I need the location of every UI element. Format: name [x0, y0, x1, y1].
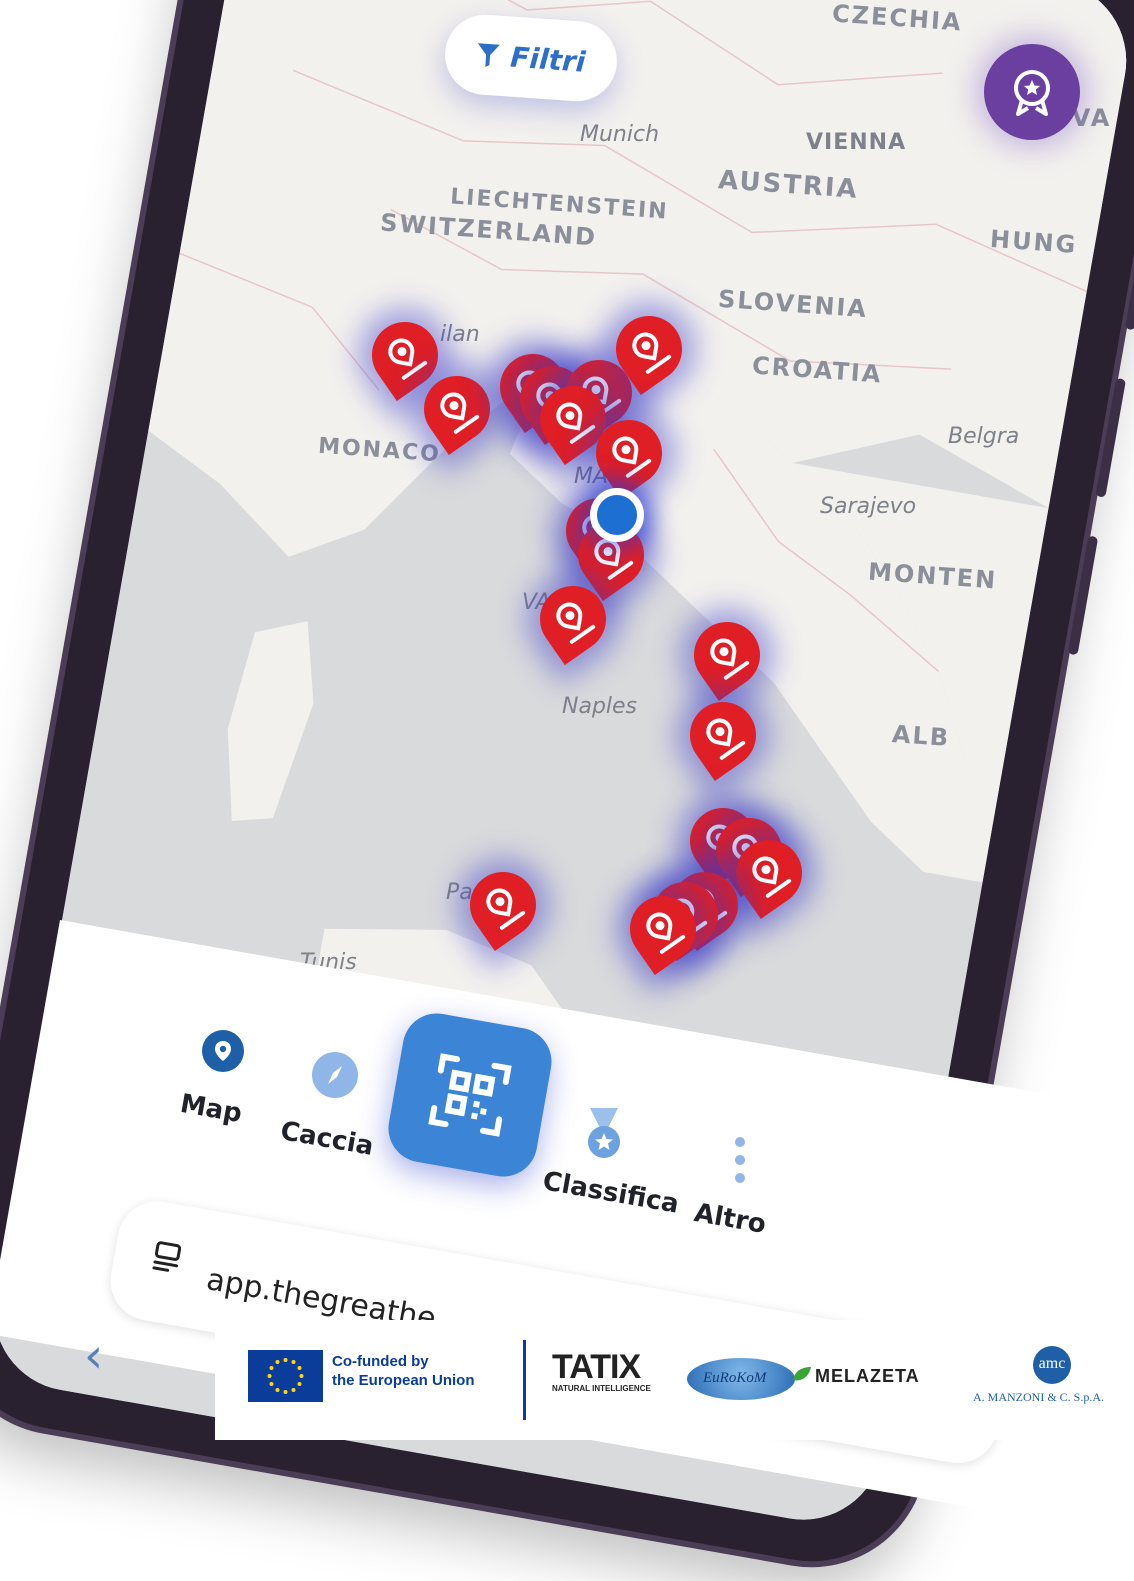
country-label-croatia: CROATIA — [751, 351, 884, 389]
country-label-monaco: MONACO — [317, 433, 442, 468]
medal-icon — [588, 1108, 620, 1158]
filter-label: Filtri — [509, 40, 587, 79]
nav-more-icon[interactable] — [732, 1134, 748, 1186]
melazeta-leaf-icon — [793, 1367, 811, 1381]
location-pin-icon — [215, 1041, 231, 1061]
eu-line-1: Co-funded by — [332, 1353, 429, 1370]
promo-scene: CZECHIA OVA AUSTRIA LIECHTENSTEIN SWITZE… — [0, 0, 1134, 1579]
funnel-icon — [478, 43, 501, 67]
tatix-logo: TATIX — [552, 1348, 641, 1386]
nav-map-icon[interactable] — [202, 1030, 244, 1072]
sponsor-footer: Co-funded by the European Union TATIX NA… — [215, 1320, 1134, 1440]
badge-star-icon — [1014, 70, 1050, 116]
eu-flag-icon — [248, 1350, 323, 1402]
melazeta-logo: MELAZETA — [815, 1366, 920, 1386]
eurokom-text: EuRoKoM — [703, 1370, 767, 1386]
nav-caccia-icon[interactable] — [312, 1052, 358, 1098]
tabs-icon[interactable] — [147, 1237, 186, 1276]
eurokom-logo: EuRoKoM — [687, 1358, 795, 1400]
city-label-vienna: VIENNA — [806, 130, 907, 155]
manzoni-name: A. MANZONI & C. S.p.A. — [973, 1390, 1105, 1404]
city-label-naples: Naples — [562, 694, 638, 719]
city-label-sarajevo: Sarajevo — [820, 494, 917, 519]
qr-code-icon — [428, 1053, 512, 1137]
map-pin[interactable] — [681, 609, 773, 701]
city-label-belgrade: Belgra — [948, 424, 1020, 449]
current-location-marker — [590, 488, 644, 542]
country-label-slovenia: SLOVENIA — [717, 284, 869, 324]
footer-divider — [523, 1340, 526, 1420]
more-vertical-icon — [735, 1137, 745, 1183]
tatix-tagline: NATURAL INTELLIGENCE — [552, 1384, 651, 1393]
city-label-munich: Munich — [580, 122, 660, 147]
country-label-albania: ALB — [891, 720, 952, 752]
compass-icon — [328, 1066, 342, 1084]
eu-cofunded-text: Co-funded by the European Union — [332, 1352, 475, 1390]
map-pin[interactable] — [457, 859, 549, 951]
country-label-czechia: CZECHIA — [831, 0, 964, 37]
back-chevron-icon[interactable]: ‹ — [84, 1328, 103, 1384]
qr-scan-button[interactable] — [383, 1008, 557, 1182]
eu-line-2: the European Union — [332, 1372, 475, 1389]
eu-stars-icon — [267, 1358, 304, 1394]
filter-button[interactable]: Filtri — [442, 12, 620, 104]
map-pin[interactable] — [677, 689, 769, 781]
nav-classifica-icon[interactable] — [580, 1106, 628, 1162]
map-overlay: CZECHIA OVA AUSTRIA LIECHTENSTEIN SWITZE… — [0, 0, 1134, 1525]
country-label-hungary: HUNG — [989, 224, 1079, 260]
country-label-austria: AUSTRIA — [717, 165, 860, 205]
country-label-montenegro: MONTEN — [867, 557, 999, 595]
manzoni-logo-icon: amc — [1033, 1346, 1071, 1384]
city-label-milan: ilan — [440, 322, 480, 347]
achievements-button[interactable] — [984, 44, 1080, 140]
